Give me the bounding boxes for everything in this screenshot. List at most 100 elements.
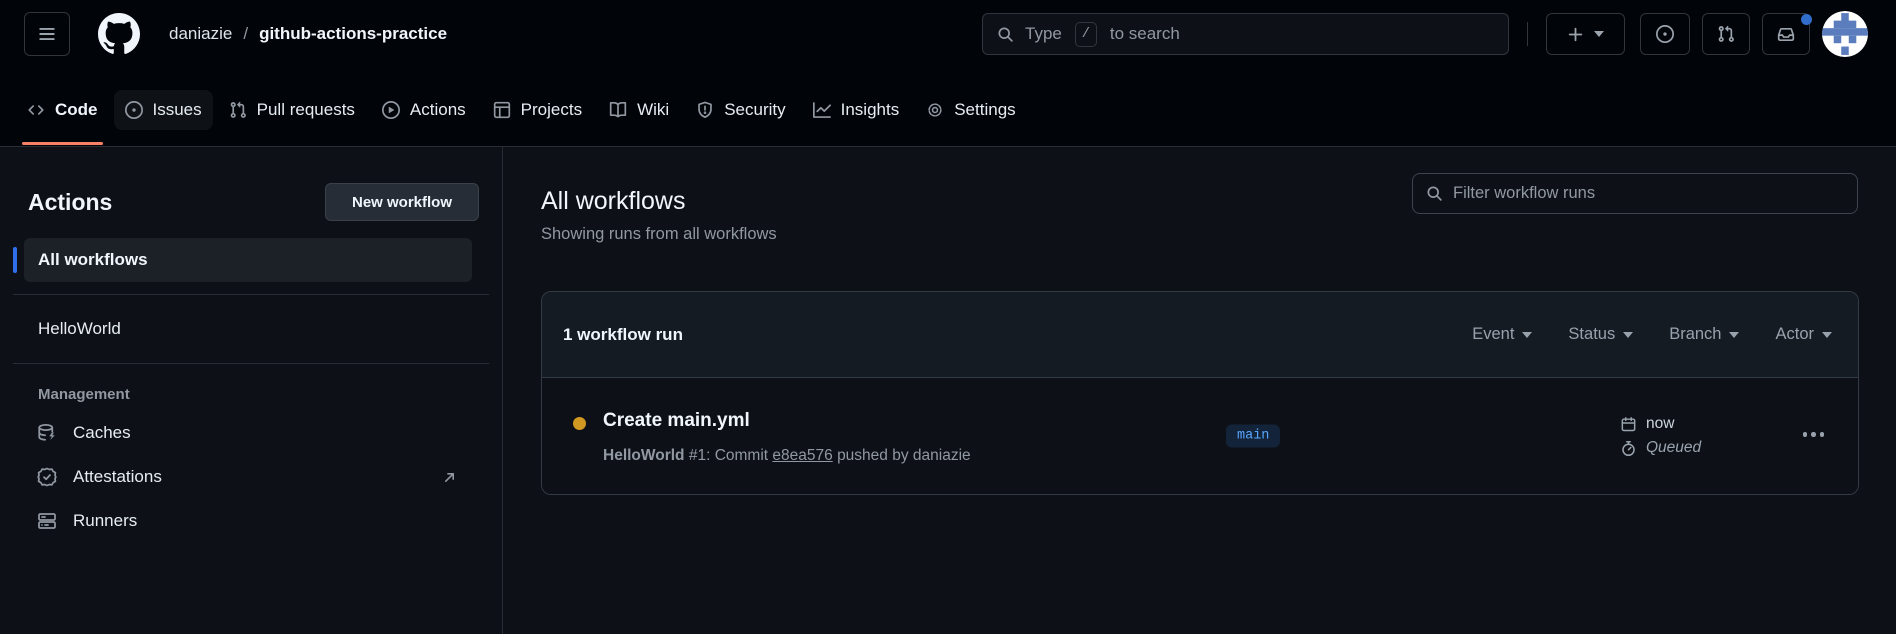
tab-insights[interactable]: Insights bbox=[802, 90, 911, 130]
repo-nav-tabs: Code Issues Pull requests Actions Projec… bbox=[0, 68, 1896, 147]
sidebar-item-label: Attestations bbox=[73, 467, 162, 487]
plus-icon bbox=[1567, 26, 1584, 43]
book-icon bbox=[609, 101, 627, 119]
issue-opened-icon bbox=[1656, 25, 1674, 43]
play-icon bbox=[382, 101, 400, 119]
graph-icon bbox=[813, 101, 831, 119]
tab-wiki[interactable]: Wiki bbox=[598, 90, 680, 130]
main-content: All workflows Showing runs from all work… bbox=[504, 147, 1896, 634]
branch-filter-dropdown[interactable]: Branch bbox=[1669, 325, 1739, 344]
workflow-run-row: Create main.yml HelloWorld #1: Commit e8… bbox=[542, 378, 1858, 494]
external-link-arrow-icon bbox=[441, 469, 458, 486]
filter-label: Event bbox=[1472, 325, 1514, 344]
run-meta: HelloWorld #1: Commit e8ea576 pushed by … bbox=[603, 447, 971, 465]
chevron-down-icon bbox=[1822, 332, 1832, 338]
table-icon bbox=[493, 101, 511, 119]
workflow-run-count: 1 workflow run bbox=[563, 325, 683, 345]
server-icon bbox=[37, 511, 57, 531]
management-section-label: Management bbox=[38, 386, 502, 403]
filter-workflow-runs-box bbox=[1412, 173, 1858, 214]
create-new-button[interactable] bbox=[1546, 13, 1625, 55]
tab-actions[interactable]: Actions bbox=[371, 90, 477, 130]
tab-label: Issues bbox=[153, 100, 202, 120]
sidebar-item-label: Caches bbox=[73, 423, 131, 443]
tab-settings[interactable]: Settings bbox=[915, 90, 1026, 130]
tab-label: Pull requests bbox=[257, 100, 355, 120]
tab-code[interactable]: Code bbox=[16, 90, 109, 130]
actor-filter-dropdown[interactable]: Actor bbox=[1775, 325, 1832, 344]
header-divider bbox=[1527, 22, 1528, 46]
run-commit-link[interactable]: e8ea576 bbox=[772, 447, 832, 464]
notification-dot bbox=[1801, 14, 1812, 25]
chevron-down-icon bbox=[1594, 31, 1604, 37]
verified-badge-icon bbox=[37, 467, 57, 487]
filter-label: Status bbox=[1568, 325, 1615, 344]
status-filter-dropdown[interactable]: Status bbox=[1568, 325, 1633, 344]
tab-label: Code bbox=[55, 100, 98, 120]
sidebar-title: Actions bbox=[28, 189, 112, 216]
event-filter-dropdown[interactable]: Event bbox=[1472, 325, 1532, 344]
run-title-link[interactable]: Create main.yml bbox=[603, 410, 750, 432]
search-icon bbox=[1426, 185, 1443, 202]
new-workflow-button[interactable]: New workflow bbox=[325, 183, 479, 221]
chevron-down-icon bbox=[1729, 332, 1739, 338]
sidebar-item-helloworld[interactable]: HelloWorld bbox=[24, 307, 472, 351]
tab-label: Projects bbox=[521, 100, 582, 120]
stopwatch-icon bbox=[1620, 440, 1637, 457]
sidebar-item-caches[interactable]: Caches bbox=[24, 411, 472, 455]
run-time: now bbox=[1646, 415, 1674, 433]
filter-workflow-runs-input[interactable] bbox=[1453, 184, 1844, 203]
tab-projects[interactable]: Projects bbox=[482, 90, 593, 130]
search-placeholder-prefix: Type bbox=[1025, 24, 1062, 44]
page-subtitle: Showing runs from all workflows bbox=[541, 225, 1858, 244]
breadcrumb-owner[interactable]: daniazie bbox=[169, 24, 232, 44]
actions-sidebar: Actions New workflow All workflows Hello… bbox=[0, 147, 503, 634]
run-times: now Queued bbox=[1620, 415, 1701, 457]
workflow-runs-header: 1 workflow run Event Status Branch Actor bbox=[542, 292, 1858, 378]
hamburger-menu-button[interactable] bbox=[24, 12, 70, 56]
git-pull-request-icon bbox=[1717, 25, 1735, 43]
breadcrumb-repo[interactable]: github-actions-practice bbox=[259, 24, 447, 44]
avatar[interactable] bbox=[1822, 11, 1868, 57]
gear-icon bbox=[926, 101, 944, 119]
app-header: daniazie / github-actions-practice Type … bbox=[0, 0, 1896, 68]
sidebar-item-label: Runners bbox=[73, 511, 137, 531]
tab-label: Actions bbox=[410, 100, 466, 120]
search-icon bbox=[997, 26, 1014, 43]
global-issues-button[interactable] bbox=[1640, 13, 1690, 55]
global-search-input[interactable]: Type / to search bbox=[982, 13, 1509, 55]
chevron-down-icon bbox=[1623, 332, 1633, 338]
tab-label: Security bbox=[724, 100, 785, 120]
breadcrumb-separator: / bbox=[243, 24, 248, 44]
filter-label: Branch bbox=[1669, 325, 1721, 344]
sidebar-item-all-workflows[interactable]: All workflows bbox=[24, 238, 472, 282]
search-placeholder-suffix: to search bbox=[1110, 24, 1180, 44]
tab-issues[interactable]: Issues bbox=[114, 90, 213, 130]
git-pull-request-icon bbox=[229, 101, 247, 119]
chevron-down-icon bbox=[1522, 332, 1532, 338]
github-logo-icon[interactable] bbox=[98, 13, 140, 55]
slash-key-hint: / bbox=[1075, 22, 1097, 47]
hamburger-icon bbox=[38, 25, 56, 43]
tab-pull-requests[interactable]: Pull requests bbox=[218, 90, 366, 130]
shield-icon bbox=[696, 101, 714, 119]
workflow-runs-panel: 1 workflow run Event Status Branch Actor bbox=[541, 291, 1859, 495]
run-workflow-name: HelloWorld bbox=[603, 447, 685, 464]
calendar-icon bbox=[1620, 416, 1637, 433]
run-options-kebab-button[interactable] bbox=[1797, 426, 1831, 443]
run-desc-prefix: #1: Commit bbox=[689, 447, 768, 464]
run-desc-suffix: pushed by daniazie bbox=[837, 447, 971, 464]
global-pull-requests-button[interactable] bbox=[1702, 13, 1750, 55]
queued-status-dot-icon bbox=[573, 417, 586, 430]
tab-security[interactable]: Security bbox=[685, 90, 796, 130]
branch-chip[interactable]: main bbox=[1226, 425, 1280, 448]
sidebar-item-runners[interactable]: Runners bbox=[24, 499, 472, 543]
sidebar-item-attestations[interactable]: Attestations bbox=[24, 455, 472, 499]
issue-opened-icon bbox=[125, 101, 143, 119]
tab-label: Settings bbox=[954, 100, 1015, 120]
sidebar-divider bbox=[13, 294, 489, 295]
breadcrumb: daniazie / github-actions-practice bbox=[169, 0, 447, 68]
sidebar-divider bbox=[13, 363, 489, 364]
run-status: Queued bbox=[1646, 439, 1701, 457]
tab-label: Wiki bbox=[637, 100, 669, 120]
